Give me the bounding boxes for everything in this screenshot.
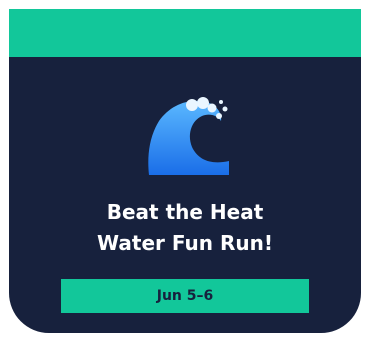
- water-wave-icon: [148, 97, 229, 175]
- event-title-line2: Water Fun Run!: [97, 231, 273, 255]
- card-header-band: [9, 9, 361, 57]
- event-title: Beat the Heat Water Fun Run!: [9, 197, 361, 259]
- event-date: Jun 5–6: [156, 288, 214, 304]
- date-badge: Jun 5–6: [61, 279, 309, 313]
- event-card: Beat the Heat Water Fun Run! Jun 5–6: [9, 9, 361, 333]
- event-title-line1: Beat the Heat: [106, 200, 264, 224]
